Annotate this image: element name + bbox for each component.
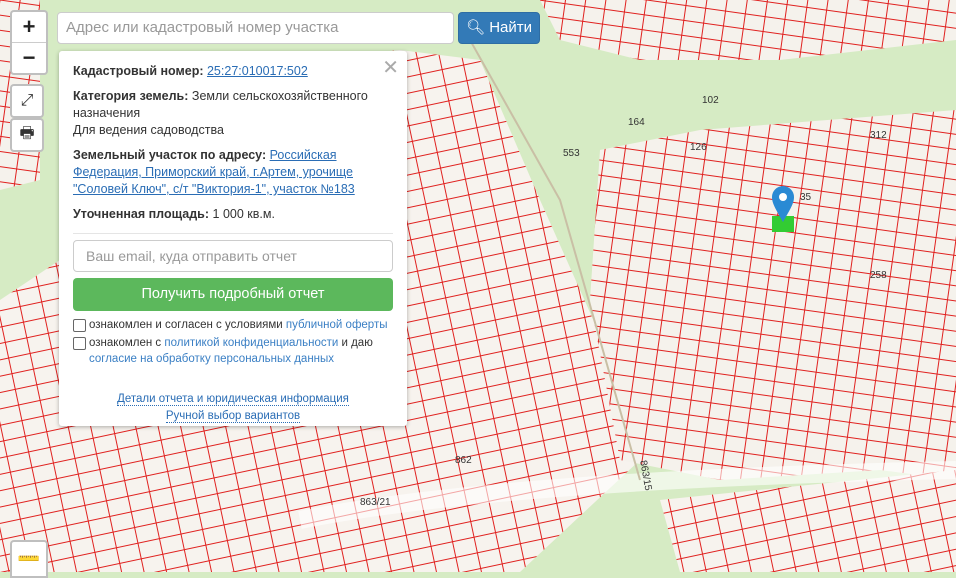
- map-label: 862: [455, 455, 472, 466]
- manual-selection-link[interactable]: Ручной выбор вариантов: [165, 410, 301, 423]
- address-label: Земельный участок по адресу:: [73, 148, 267, 162]
- map-label: 863/21: [360, 497, 391, 508]
- print-icon: 🖶: [19, 124, 35, 142]
- divider: [73, 233, 393, 234]
- map-label: 312: [870, 130, 887, 141]
- map-label: 35: [800, 192, 812, 203]
- usage-value: Для ведения садоводства: [73, 123, 224, 137]
- get-report-button[interactable]: Получить подробный отчет: [73, 278, 393, 311]
- zoom-in-button[interactable]: +: [12, 12, 46, 42]
- privacy-link[interactable]: политикой конфиденциальности: [164, 337, 338, 349]
- search-icon: 🔍︎: [465, 19, 486, 36]
- zoom-out-button[interactable]: −: [12, 42, 46, 73]
- email-input[interactable]: Ваш email, куда отправить отчет: [73, 240, 393, 272]
- area-label: Уточненная площадь:: [73, 207, 210, 221]
- category-label: Категория земель:: [73, 89, 189, 103]
- close-icon[interactable]: ✕: [382, 55, 399, 80]
- ruler-icon: 📏: [16, 546, 43, 573]
- cadastral-number-link[interactable]: 25:27:010017:502: [207, 64, 308, 78]
- cadastral-label: Кадастровый номер:: [73, 64, 204, 78]
- map-label: 258: [870, 270, 887, 281]
- measure-button[interactable]: 📏: [10, 540, 48, 578]
- map-label: 553: [563, 148, 580, 159]
- search-button[interactable]: 🔍︎ Найти: [458, 12, 540, 44]
- map-label: 164: [628, 117, 645, 128]
- map-label: 126: [690, 142, 707, 153]
- personal-data-link[interactable]: согласие на обработку персональных данны…: [89, 353, 334, 365]
- consent2-text: ознакомлен с: [89, 337, 165, 349]
- details-link[interactable]: Детали отчета и юридическая информация: [117, 393, 349, 406]
- search-button-label: Найти: [489, 19, 533, 36]
- area-value: 1 000 кв.м.: [212, 207, 275, 221]
- fullscreen-button[interactable]: ⤢: [10, 84, 44, 118]
- consent2-mid: и даю: [338, 337, 373, 349]
- consent1-text: ознакомлен и согласен с условиями: [89, 319, 286, 331]
- print-button[interactable]: 🖶: [10, 118, 44, 152]
- expand-icon: ⤢: [20, 92, 34, 109]
- offer-link[interactable]: публичной оферты: [286, 319, 388, 331]
- offer-checkbox[interactable]: [73, 319, 86, 332]
- parcel-info-popup: ✕ Кадастровый номер: 25:27:010017:502 Ка…: [59, 51, 407, 426]
- privacy-checkbox[interactable]: [73, 337, 86, 350]
- map-label: 102: [702, 95, 719, 106]
- zoom-control: + −: [10, 10, 48, 75]
- search-input[interactable]: Адрес или кадастровый номер участка: [57, 12, 454, 44]
